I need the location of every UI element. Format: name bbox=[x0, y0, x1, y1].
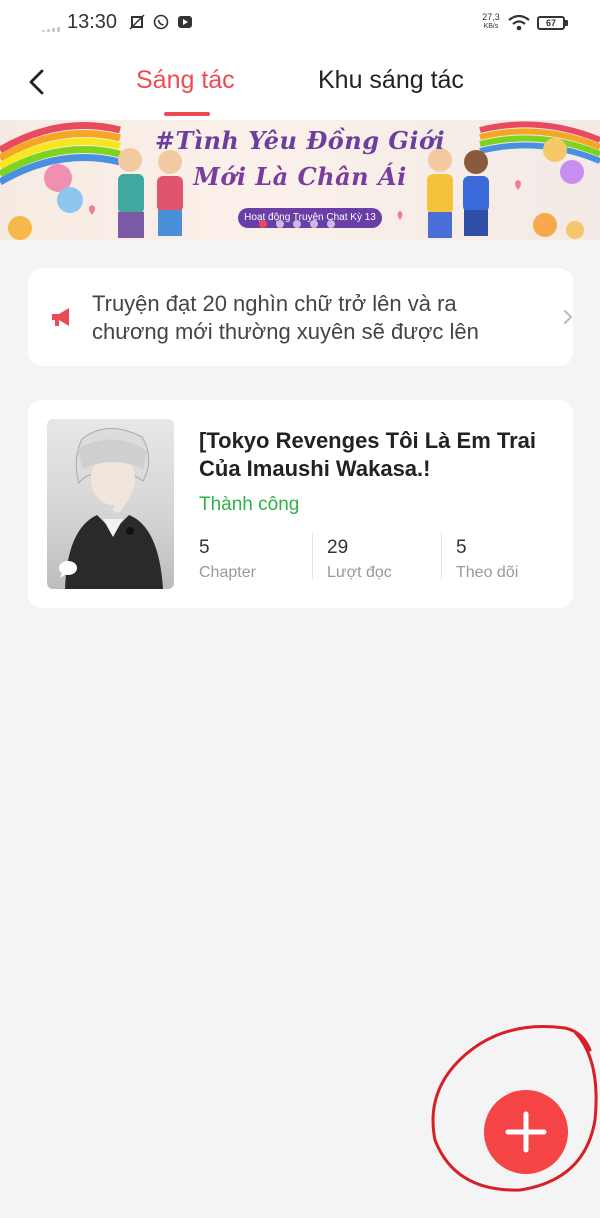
stat-divider bbox=[441, 533, 442, 579]
plus-icon bbox=[505, 1111, 547, 1153]
comment-icon bbox=[59, 561, 77, 578]
whatsapp-icon bbox=[153, 14, 169, 30]
notice-card[interactable]: Truyện đạt 20 nghìn chữ trở lên và ra ch… bbox=[28, 268, 573, 366]
signal-icon bbox=[42, 26, 64, 32]
story-cover-image[interactable] bbox=[47, 419, 174, 589]
chevron-right-icon bbox=[564, 310, 573, 324]
top-nav: Sáng tác Khu sáng tác bbox=[0, 46, 600, 120]
active-tab-indicator bbox=[164, 112, 210, 116]
tab-khu-sang-tac[interactable]: Khu sáng tác bbox=[318, 66, 464, 95]
banner-title-line2: Mới Là Chân Ái bbox=[193, 162, 407, 191]
carousel-dot bbox=[310, 220, 318, 228]
network-speed: 27,3 KB/s bbox=[482, 12, 500, 31]
add-story-button[interactable] bbox=[484, 1090, 568, 1174]
carousel-dot bbox=[276, 220, 284, 228]
wifi-icon bbox=[508, 14, 530, 31]
banner-title-line1: #Tình Yêu Đồng Giới bbox=[154, 126, 446, 155]
stat-divider bbox=[312, 533, 313, 579]
status-time: 13:30 bbox=[67, 11, 118, 33]
megaphone-icon bbox=[52, 308, 69, 326]
carousel-dot bbox=[327, 220, 335, 228]
tab-sang-tac[interactable]: Sáng tác bbox=[136, 66, 235, 95]
screenshot-icon bbox=[129, 14, 145, 30]
story-status: Thành công bbox=[199, 494, 300, 515]
notice-text: Truyện đạt 20 nghìn chữ trở lên và ra ch… bbox=[92, 291, 479, 344]
back-icon[interactable] bbox=[20, 64, 56, 100]
youtube-icon bbox=[178, 16, 192, 28]
event-banner[interactable]: #Tình Yêu Đồng Giới Mới Là Chân Ái Hoạt … bbox=[0, 120, 600, 240]
story-card[interactable]: [Tokyo Revenges Tôi Là Em Trai Của Imaus… bbox=[28, 400, 573, 608]
story-title[interactable]: [Tokyo Revenges Tôi Là Em Trai Của Imaus… bbox=[199, 427, 549, 483]
status-bar: 13:30 27,3 KB/s 67 bbox=[0, 0, 600, 46]
battery-icon: 67 bbox=[537, 16, 568, 30]
carousel-dot bbox=[293, 220, 301, 228]
carousel-dot-active bbox=[259, 220, 267, 228]
